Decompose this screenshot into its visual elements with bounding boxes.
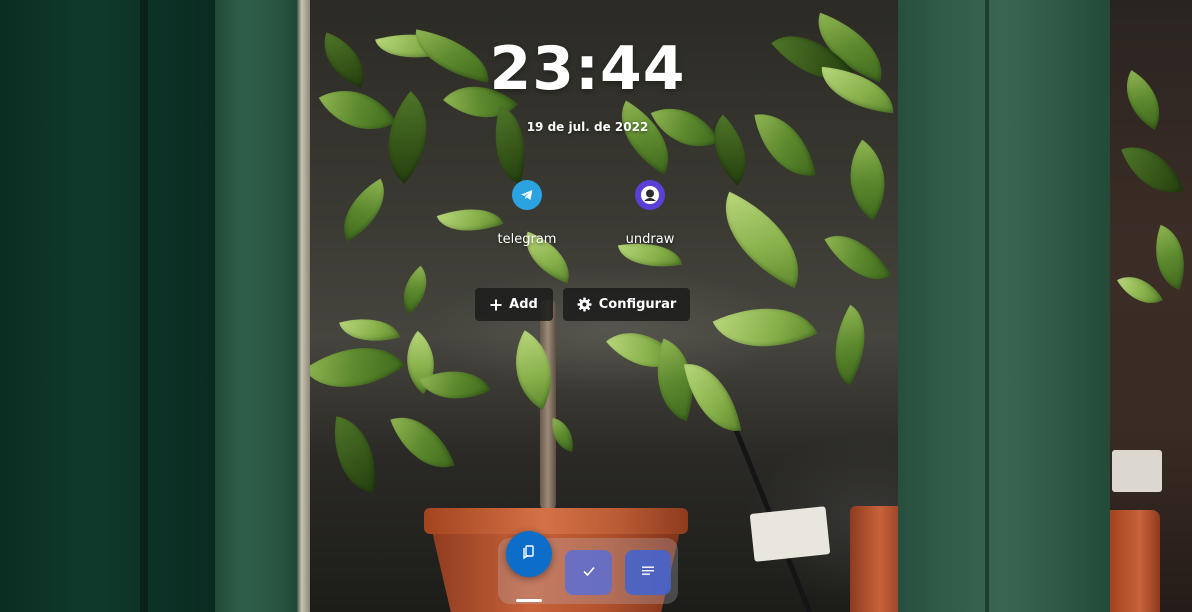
clock-date: 19 de jul. de 2022 — [526, 120, 649, 134]
bookmarks-icon — [521, 544, 537, 564]
gear-icon — [577, 297, 592, 312]
configure-button[interactable]: Configurar — [563, 288, 690, 321]
dock-app-notes[interactable] — [625, 550, 671, 595]
shortcut-telegram[interactable]: telegram — [477, 180, 577, 247]
notes-icon — [640, 563, 656, 583]
dock-active-indicator — [516, 599, 542, 602]
plus-icon — [490, 299, 502, 311]
clock-time: 23:44 — [489, 34, 686, 104]
shortcut-label: telegram — [497, 232, 557, 247]
undraw-icon — [635, 180, 665, 210]
dock-app-bookmarks[interactable] — [506, 531, 552, 577]
configure-button-label: Configurar — [598, 297, 677, 312]
add-button-label: Add — [509, 297, 538, 312]
dock-app-tasks[interactable] — [565, 550, 612, 595]
shortcut-label: undraw — [625, 232, 675, 247]
lockscreen: 23:44 19 de jul. de 2022 telegram undraw — [0, 0, 1192, 612]
telegram-icon — [512, 180, 542, 210]
check-icon — [581, 563, 597, 583]
shortcut-undraw[interactable]: undraw — [600, 180, 700, 247]
add-button[interactable]: Add — [475, 288, 553, 321]
